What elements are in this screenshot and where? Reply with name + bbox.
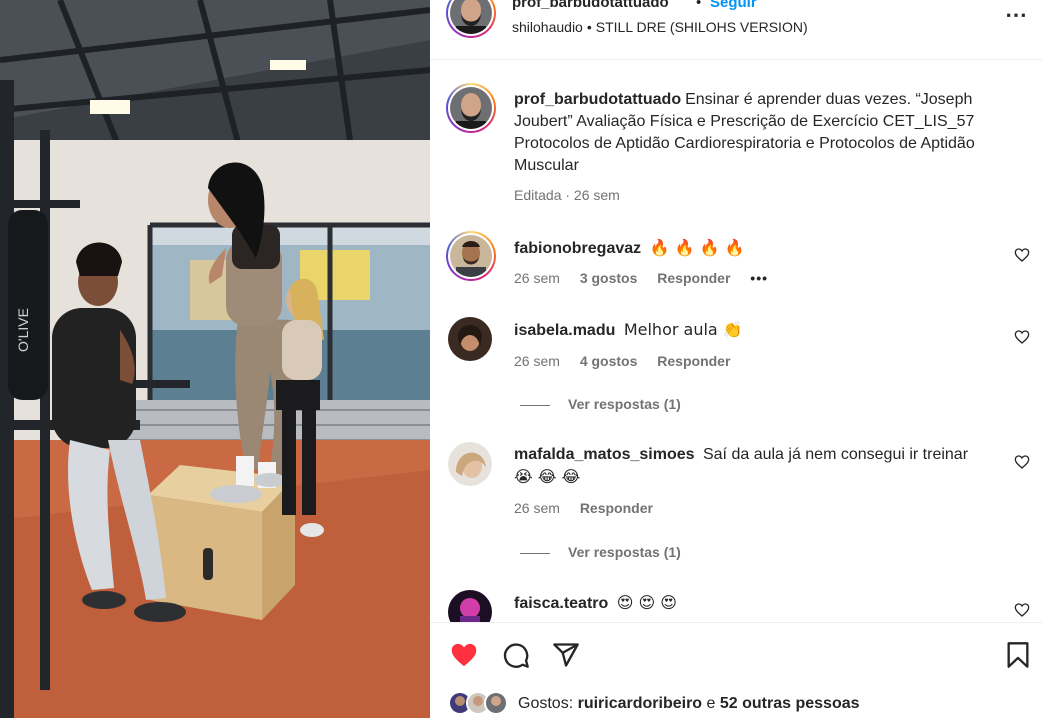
comment-likes[interactable]: 4 gostos — [580, 353, 638, 369]
comment-more-button[interactable]: ••• — [750, 270, 768, 286]
post-actions: Gostos: ruiricardoribeiro e 52 outras pe… — [430, 622, 1042, 718]
commenter-avatar-image — [448, 442, 492, 486]
header-separator: • — [696, 0, 702, 11]
commenter-avatar[interactable] — [446, 231, 496, 281]
comment-username[interactable]: isabela.madu — [514, 322, 615, 339]
author-username[interactable]: prof_barbudotattuado — [512, 0, 669, 11]
likes-label: Gostos: ruiricardoribeiro e 52 outras pe… — [518, 695, 860, 713]
likes-user[interactable]: ruiricardoribeiro — [578, 695, 702, 712]
comment-time: 26 sem — [514, 353, 560, 369]
commenter-avatar[interactable] — [448, 442, 492, 486]
liker-avatar — [484, 691, 508, 715]
author-avatar-image — [450, 0, 492, 34]
comment-like-heart-icon[interactable] — [1014, 247, 1030, 263]
view-replies-label[interactable]: Ver respostas (1) — [568, 396, 681, 412]
view-replies-button[interactable]: Ver respostas (1) — [520, 396, 681, 412]
commenter-avatar-image — [448, 590, 492, 622]
audio-artist[interactable]: shilohaudio — [512, 19, 583, 35]
caption-avatar-image — [450, 87, 492, 129]
gym-scene-image: O'LIVE — [0, 0, 430, 718]
audio-track[interactable]: STILL DRE (SHILOHS VERSION) — [596, 19, 808, 35]
comment-likes[interactable]: 3 gostos — [580, 270, 638, 286]
view-replies-button[interactable]: Ver respostas (1) — [520, 544, 681, 560]
comment-text: fabionobregavaz 🔥 🔥 🔥 🔥 — [514, 237, 1014, 260]
commenter-avatar[interactable] — [448, 590, 492, 622]
caption-text: prof_barbudotattuado Ensinar é aprender d… — [514, 89, 1014, 177]
comment-body: 🔥 🔥 🔥 🔥 — [649, 238, 745, 257]
caption-meta: Editada · 26 sem — [514, 187, 620, 203]
replies-divider — [520, 552, 550, 554]
replies-divider — [520, 404, 550, 406]
commenter-avatar-image — [448, 317, 492, 361]
comment-meta: 26 sem 4 gostos Responder — [514, 353, 746, 369]
comment-username[interactable]: mafalda_matos_simoes — [514, 446, 695, 463]
comment-meta: 26 sem Responder — [514, 500, 669, 516]
heart-filled-icon[interactable] — [450, 641, 478, 669]
comment-text: mafalda_matos_simoes Saí da aula já nem … — [514, 444, 1014, 489]
commenter-avatar[interactable] — [448, 317, 492, 361]
comment-like-heart-icon[interactable] — [1014, 602, 1030, 618]
caption-avatar[interactable] — [446, 83, 496, 133]
comments-list[interactable]: prof_barbudotattuado Ensinar é aprender d… — [430, 61, 1042, 622]
comment-emojis: 😭 😂 😂 — [514, 467, 581, 486]
comment-body: 😍 😍 😍 — [616, 593, 677, 612]
share-icon[interactable] — [552, 641, 580, 669]
comment-meta: 26 sem 3 gostos Responder ••• — [514, 270, 784, 286]
svg-text:O'LIVE: O'LIVE — [15, 308, 31, 352]
comment-like-heart-icon[interactable] — [1014, 454, 1030, 470]
more-horizontal-icon[interactable]: ⋯ — [1005, 2, 1028, 28]
comment-username[interactable]: faisca.teatro — [514, 595, 608, 612]
comment-body: Melhor aula 👏 — [623, 320, 743, 339]
reply-button[interactable]: Responder — [657, 270, 730, 286]
likes-connector: e — [706, 695, 716, 712]
audio-separator: • — [586, 19, 592, 35]
comment-body: Saí da aula já nem consegui ir treinar — [702, 446, 969, 463]
comment-time: 26 sem — [514, 500, 560, 516]
likes-prefix: Gostos: — [518, 695, 574, 712]
post-panel: prof_barbudotattuado • Seguir shilohaudi… — [430, 0, 1042, 718]
commenter-avatar-image — [450, 235, 492, 277]
reply-button[interactable]: Responder — [657, 353, 730, 369]
follow-button[interactable]: Seguir — [710, 0, 757, 11]
post-header: prof_barbudotattuado • Seguir shilohaudi… — [430, 0, 1042, 60]
view-replies-label[interactable]: Ver respostas (1) — [568, 544, 681, 560]
reply-button[interactable]: Responder — [580, 500, 653, 516]
comment-icon[interactable] — [502, 641, 530, 669]
bookmark-icon[interactable] — [1004, 641, 1032, 669]
post-video[interactable]: O'LIVE — [0, 0, 430, 718]
comment-time: 26 sem — [514, 270, 560, 286]
comment-text: faisca.teatro 😍 😍 😍 — [514, 592, 1014, 615]
author-avatar[interactable] — [446, 0, 496, 38]
likes-others[interactable]: 52 outras pessoas — [720, 695, 860, 712]
caption-username[interactable]: prof_barbudotattuado — [514, 91, 681, 108]
audio-info: shilohaudio • STILL DRE (SHILOHS VERSION) — [512, 19, 808, 35]
comment-username[interactable]: fabionobregavaz — [514, 240, 641, 257]
comment-text: isabela.madu Melhor aula 👏 — [514, 319, 1014, 342]
comment-like-heart-icon[interactable] — [1014, 329, 1030, 345]
liker-avatar-image — [486, 693, 506, 713]
